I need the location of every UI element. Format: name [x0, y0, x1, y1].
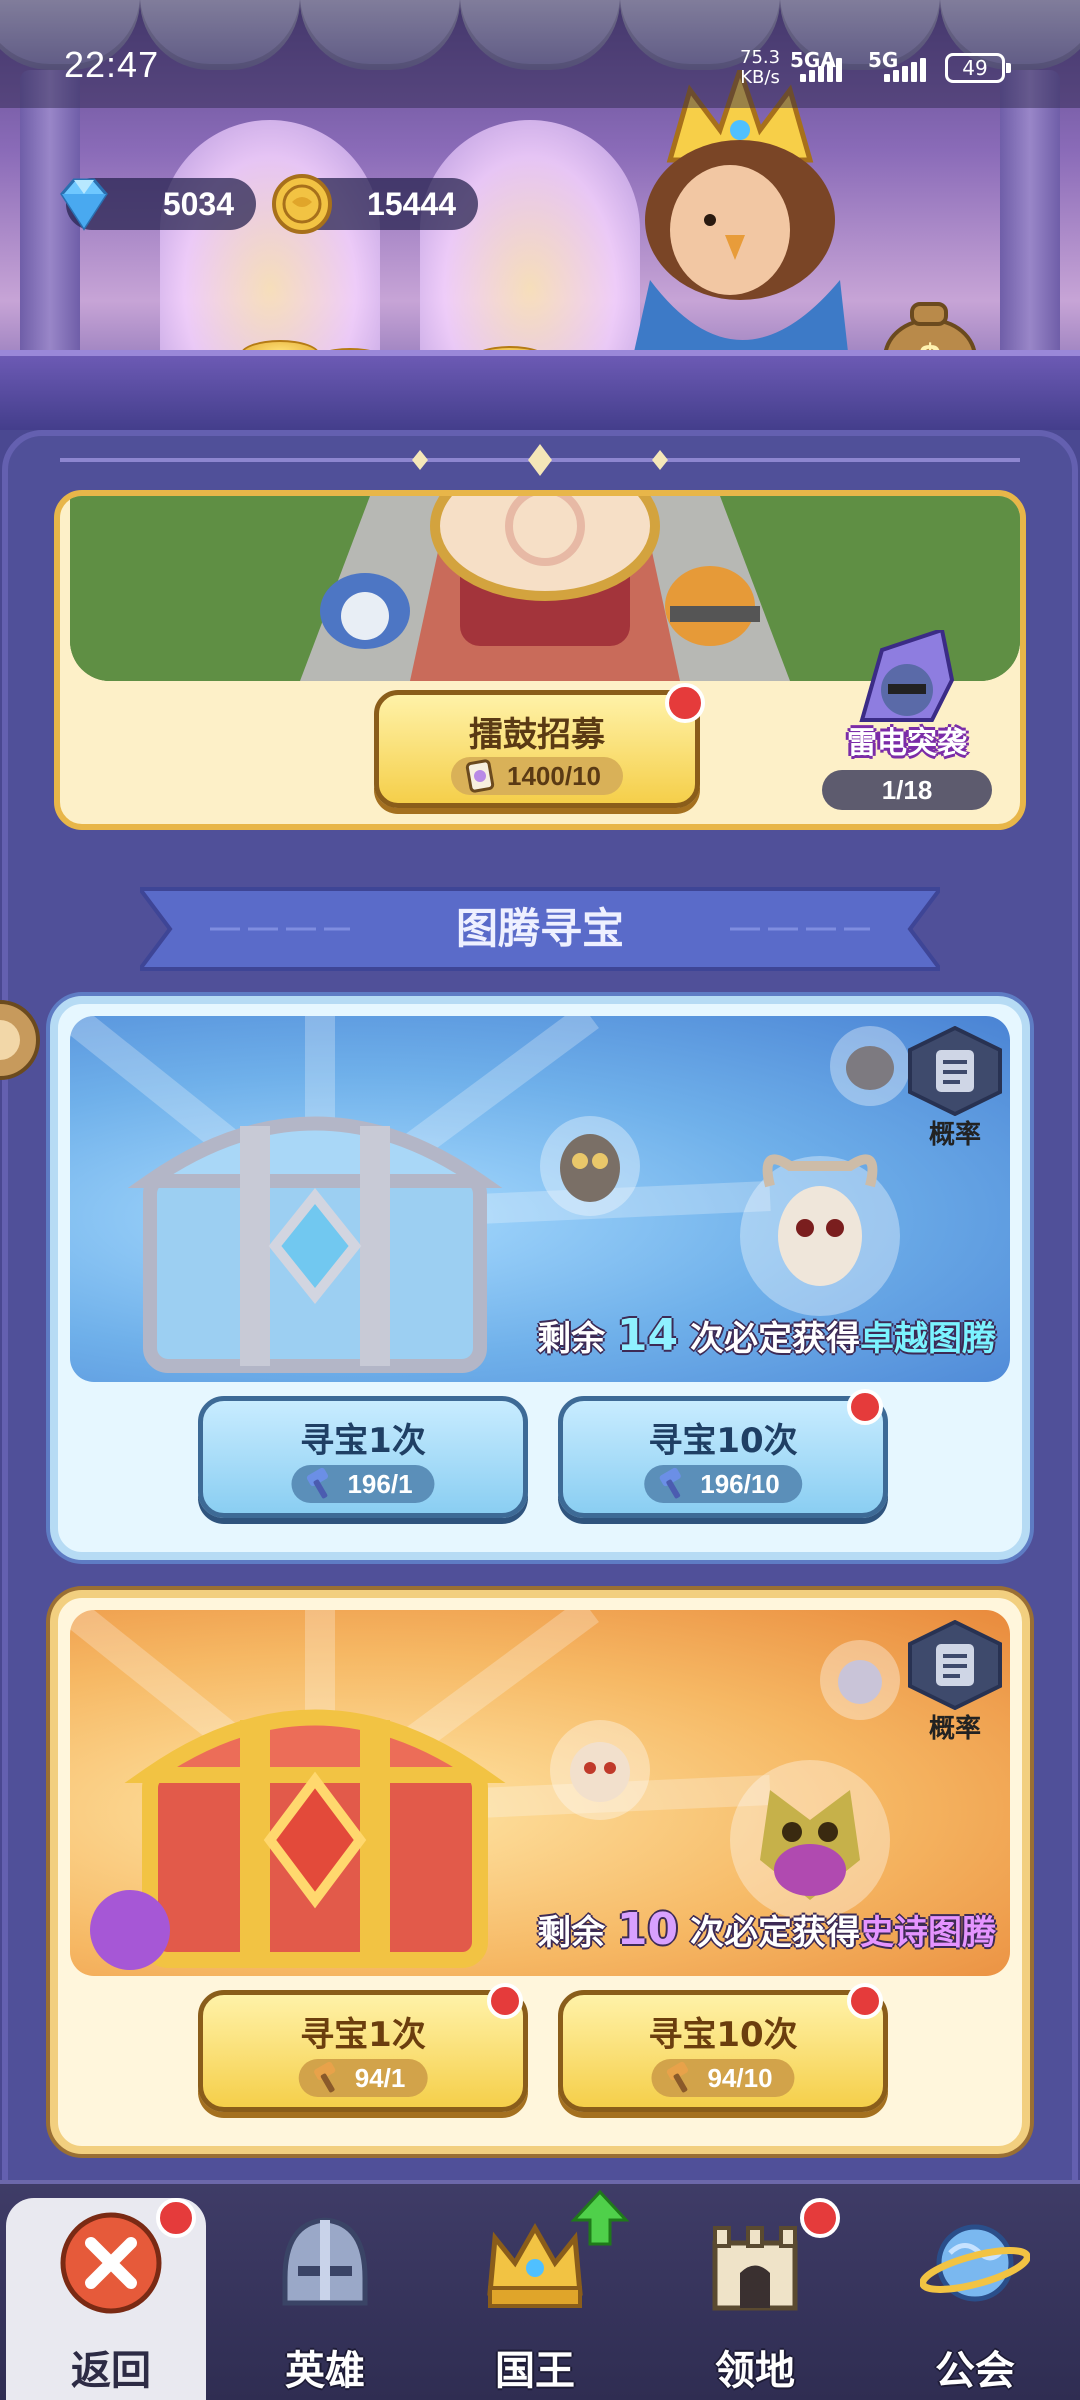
gold-draw-10-button[interactable]: 寻宝10次 94/10 [558, 1983, 888, 2112]
probability-label: 概率 [928, 1714, 981, 1744]
draw-1-cost: 94/1 [298, 2059, 428, 2097]
blue-draw-10-button[interactable]: 寻宝10次 196/10 [558, 1389, 888, 1518]
blue-guarantee-text: 剩余 14 次必定获得卓越图腾 [537, 1306, 996, 1366]
gold-hammer-icon [311, 2061, 345, 2095]
scroll-ticket-icon [463, 759, 497, 793]
probability-list-icon [908, 1619, 1002, 1711]
notification-dot [800, 2198, 840, 2238]
bottom-nav: 返回 英雄 国王 领地 公会 [0, 2180, 1080, 2400]
nav-label: 公会 [935, 2348, 1015, 2394]
drum-recruit-button[interactable]: 擂鼓招募 1400/10 [374, 683, 705, 808]
blue-hammer-icon [303, 1467, 337, 1501]
clock: 22:47 [64, 44, 160, 85]
event-badge[interactable]: 雷电突袭 1/18 [822, 627, 992, 820]
guarantee-reward: 史诗图腾 [860, 1913, 996, 1953]
notification-dot [156, 2198, 196, 2238]
diamond-count: 5034 [162, 186, 234, 222]
recruit-cost-value: 1400/10 [507, 761, 601, 791]
blue-treasure-card: 剩余 14 次必定获得卓越图腾 概率 寻宝1次 196/1 寻宝10次 196/… [50, 996, 1030, 1560]
guarantee-middle: 次必定获得 [690, 1913, 860, 1953]
nav-heroes[interactable]: 英雄 [220, 2198, 420, 2400]
nav-label: 领地 [715, 2348, 795, 2394]
gold-coin-icon [270, 172, 334, 236]
panel-ornament [60, 444, 1020, 476]
draw-1-label: 寻宝1次 [300, 1421, 426, 1461]
gold-guarantee-text: 剩余 10 次必定获得史诗图腾 [537, 1900, 996, 1960]
nav-guild[interactable]: 公会 [870, 2198, 1070, 2400]
guarantee-middle: 次必定获得 [690, 1319, 860, 1359]
lightning-hero-icon [859, 627, 955, 722]
nav-territory[interactable]: 领地 [650, 2198, 850, 2400]
signal-bars-icon [800, 58, 844, 82]
upgrade-arrow-icon [570, 2189, 630, 2246]
notification-dot [847, 1389, 883, 1425]
draw-1-cost: 196/1 [291, 1465, 435, 1503]
nav-back[interactable]: 返回 [6, 2198, 206, 2400]
guarantee-reward: 卓越图腾 [860, 1319, 996, 1359]
draw-10-cost: 94/10 [651, 2059, 795, 2097]
gold-count: 15444 [367, 186, 456, 222]
section-banner: 图腾寻宝 [136, 884, 944, 974]
stage-rail [0, 350, 1080, 440]
event-name: 雷电突袭 [847, 726, 967, 761]
speed-unit: KB/s [740, 67, 780, 88]
gold-counter[interactable]: 15444 [272, 174, 478, 234]
draw-10-cost-value: 196/10 [700, 1469, 780, 1499]
guarantee-prefix: 剩余 [537, 1319, 606, 1359]
probability-label: 概率 [928, 1120, 981, 1150]
side-peek-icon[interactable] [0, 980, 40, 1100]
guarantee-count: 10 [616, 1904, 679, 1955]
gold-treasure-art: 剩余 10 次必定获得史诗图腾 概率 [70, 1610, 1010, 1976]
status-bar: 22:47 75.3 KB/s 5GA 5G 49 [0, 0, 1080, 108]
notification-dot [665, 683, 705, 723]
guarantee-count: 14 [616, 1310, 679, 1361]
nav-label: 英雄 [285, 2348, 365, 2394]
guarantee-prefix: 剩余 [537, 1913, 606, 1953]
gold-hammer-icon [663, 2061, 697, 2095]
draw-1-cost-value: 94/1 [354, 2063, 406, 2093]
draw-10-label: 寻宝10次 [648, 2015, 798, 2055]
section-title: 图腾寻宝 [455, 904, 624, 953]
blue-draw-1-button[interactable]: 寻宝1次 196/1 [198, 1396, 528, 1518]
signal-bars-icon [884, 58, 928, 82]
draw-10-label: 寻宝10次 [648, 1421, 798, 1461]
battery-icon: 49 [945, 53, 1011, 83]
planet-icon [920, 2224, 1030, 2302]
nav-label: 返回 [71, 2348, 151, 2394]
gold-treasure-card: 剩余 10 次必定获得史诗图腾 概率 寻宝1次 94/1 寻宝10次 94/10 [50, 1590, 1030, 2154]
pillar [1000, 70, 1060, 370]
nav-king[interactable]: 国王 [430, 2189, 630, 2400]
king-character [610, 62, 870, 370]
notification-dot [487, 1983, 523, 2019]
blue-hammer-icon [656, 1467, 690, 1501]
blue-probability-button[interactable]: 概率 [900, 1025, 1010, 1156]
helmet-icon [282, 2217, 368, 2306]
draw-1-cost-value: 196/1 [347, 1469, 413, 1499]
recruit-button-label: 擂鼓招募 [469, 715, 605, 755]
nav-label: 国王 [495, 2348, 575, 2394]
castle-icon [712, 2226, 798, 2311]
diamond-icon [52, 172, 116, 236]
recruit-cost: 1400/10 [451, 757, 623, 795]
draw-10-cost-value: 94/10 [707, 2063, 773, 2093]
speed-value: 75.3 [740, 47, 781, 68]
event-progress: 1/18 [822, 770, 992, 810]
notification-dot [847, 1983, 883, 2019]
gold-draw-1-button[interactable]: 寻宝1次 94/1 [198, 1983, 528, 2112]
draw-10-cost: 196/10 [644, 1465, 802, 1503]
diamond-counter[interactable]: 5034 [60, 178, 256, 231]
close-icon [60, 2212, 162, 2314]
gold-probability-button[interactable]: 概率 [900, 1619, 1010, 1750]
probability-list-icon [908, 1025, 1002, 1117]
network-speed: 75.3 KB/s [740, 48, 780, 88]
blue-treasure-art: 剩余 14 次必定获得卓越图腾 概率 [70, 1016, 1010, 1382]
draw-1-label: 寻宝1次 [300, 2015, 426, 2055]
